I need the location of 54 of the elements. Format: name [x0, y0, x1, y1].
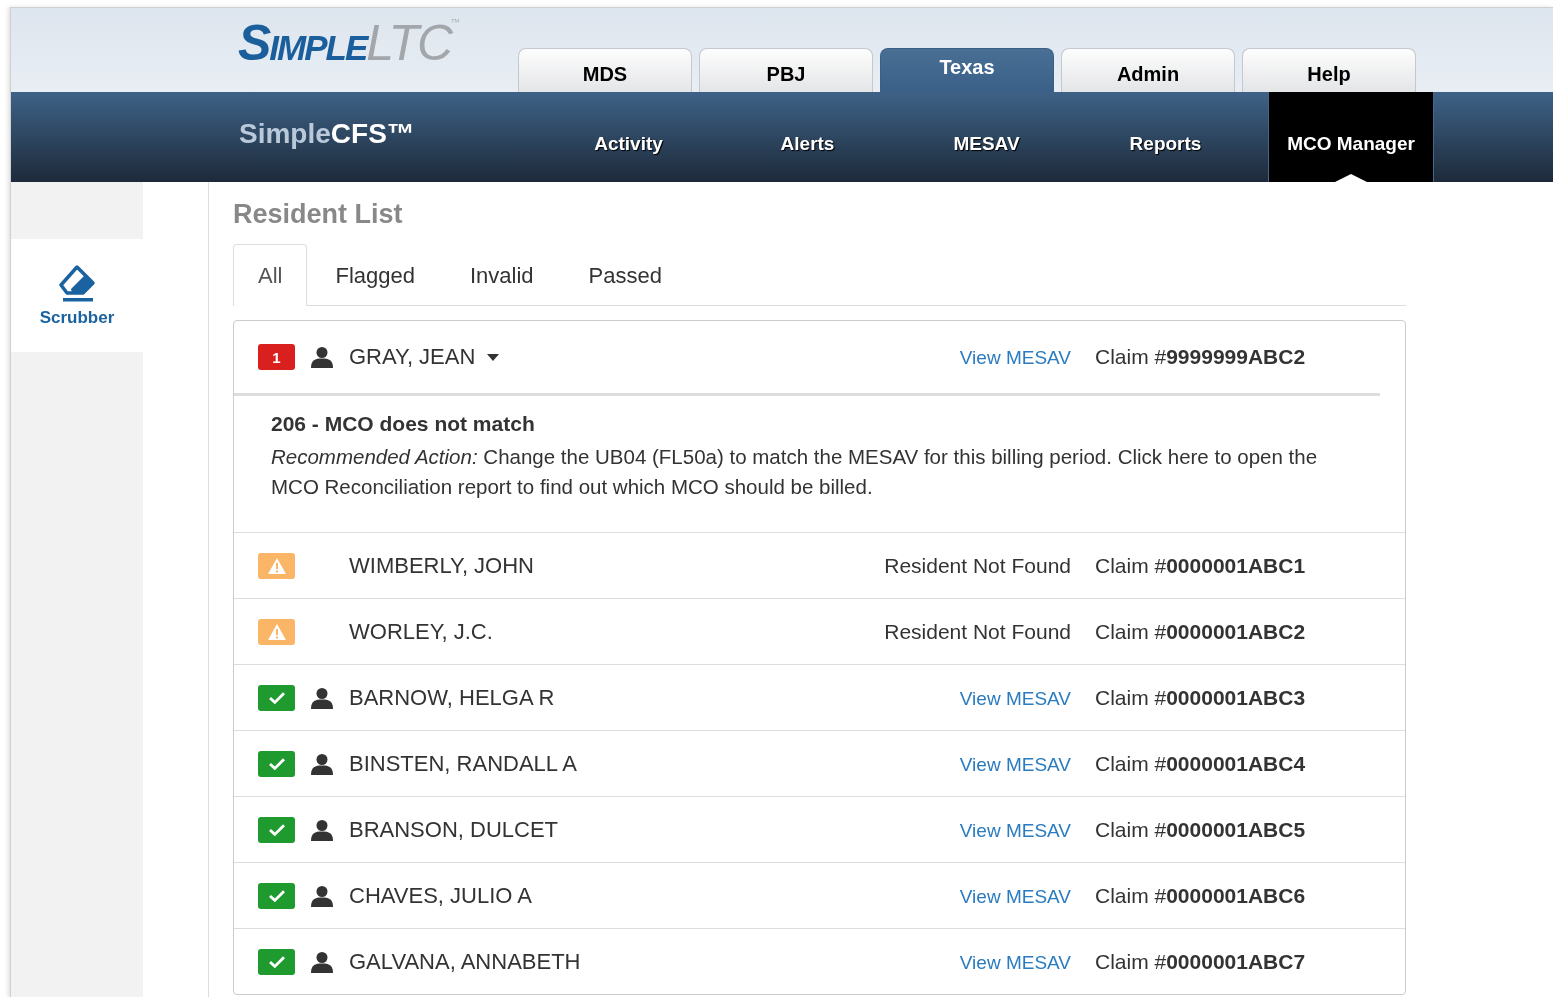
claim-number: Claim #0000001ABC5	[1095, 817, 1306, 842]
status-text: Resident Not Found	[884, 619, 1071, 643]
claim-number: Claim #0000001ABC4	[1095, 751, 1306, 776]
nav-item[interactable]: MCO Manager	[1268, 92, 1434, 182]
logo: SimpleLTC™	[238, 18, 460, 68]
top-tab[interactable]: MDS	[518, 48, 692, 92]
claim-number: Claim #0000001ABC3	[1095, 685, 1306, 710]
resident-name[interactable]: GRAY, JEAN	[349, 344, 779, 370]
top-tab[interactable]: Help	[1242, 48, 1416, 92]
view-mesav-link[interactable]: View MESAV	[959, 347, 1071, 368]
resident-name: BINSTEN, RANDALL A	[349, 750, 578, 777]
claim-number: Claim #9999999ABC2	[1095, 345, 1306, 369]
product-name: SimpleCFS™	[239, 117, 416, 151]
resident-name: WIMBERLY, JOHN	[349, 552, 535, 579]
claim-number: Claim #0000001ABC7	[1095, 949, 1306, 974]
view-mesav-link[interactable]: View MESAV	[959, 951, 1071, 973]
filter-tab[interactable]: Flagged	[307, 244, 442, 306]
view-mesav-link[interactable]: View MESAV	[959, 819, 1071, 841]
filter-tab[interactable]: All	[233, 244, 308, 306]
top-tab[interactable]: Texas	[880, 48, 1054, 92]
filter-tab[interactable]: Passed	[560, 244, 689, 306]
check-icon	[267, 690, 286, 705]
resident-name: GALVANA, ANNABETH	[349, 948, 582, 975]
claim-number: Claim #0000001ABC1	[1095, 553, 1306, 578]
top-tab[interactable]: PBJ	[699, 48, 873, 92]
nav-item[interactable]: MESAV	[897, 92, 1076, 182]
caret-icon[interactable]	[487, 353, 500, 361]
status-text: Resident Not Found	[884, 553, 1071, 577]
check-icon	[267, 756, 286, 771]
resident-name: WORLEY, J.C.	[349, 618, 494, 645]
check-icon	[267, 888, 286, 903]
view-mesav-link[interactable]: View MESAV	[959, 885, 1071, 907]
nav-item[interactable]: Activity	[539, 92, 718, 182]
resident-name: BARNOW, HELGA R	[349, 684, 556, 711]
check-icon	[267, 954, 286, 969]
error-count-badge: 1	[258, 344, 295, 370]
warning-icon	[266, 622, 287, 641]
page-title: Resident List	[233, 199, 404, 230]
resident-name: BRANSON, DULCET	[349, 816, 560, 843]
nav-item[interactable]: Alerts	[718, 92, 897, 182]
filter-tab[interactable]: Invalid	[441, 244, 561, 306]
warning-icon	[266, 556, 287, 575]
recommended-action-text: Recommended Action: Change the UB04 (FL50a) to match the MESAV for this billing period. Click here to open the MCO Reconciliation report to find out which MCO should be billed.	[271, 444, 1319, 500]
view-mesav-link[interactable]: View MESAV	[959, 753, 1071, 775]
eraser-icon	[57, 263, 97, 304]
check-icon	[267, 822, 286, 837]
top-tab[interactable]: Admin	[1061, 48, 1235, 92]
nav-item[interactable]: Reports	[1076, 92, 1255, 182]
view-mesav-link[interactable]: View MESAV	[959, 687, 1071, 709]
error-title: 206 - MCO does not match	[271, 412, 536, 436]
claim-number: Claim #0000001ABC2	[1095, 619, 1306, 644]
resident-name: CHAVES, JULIO A	[349, 882, 533, 909]
sidebar-item[interactable]: Scrubber	[11, 239, 143, 352]
claim-number: Claim #0000001ABC6	[1095, 883, 1306, 908]
